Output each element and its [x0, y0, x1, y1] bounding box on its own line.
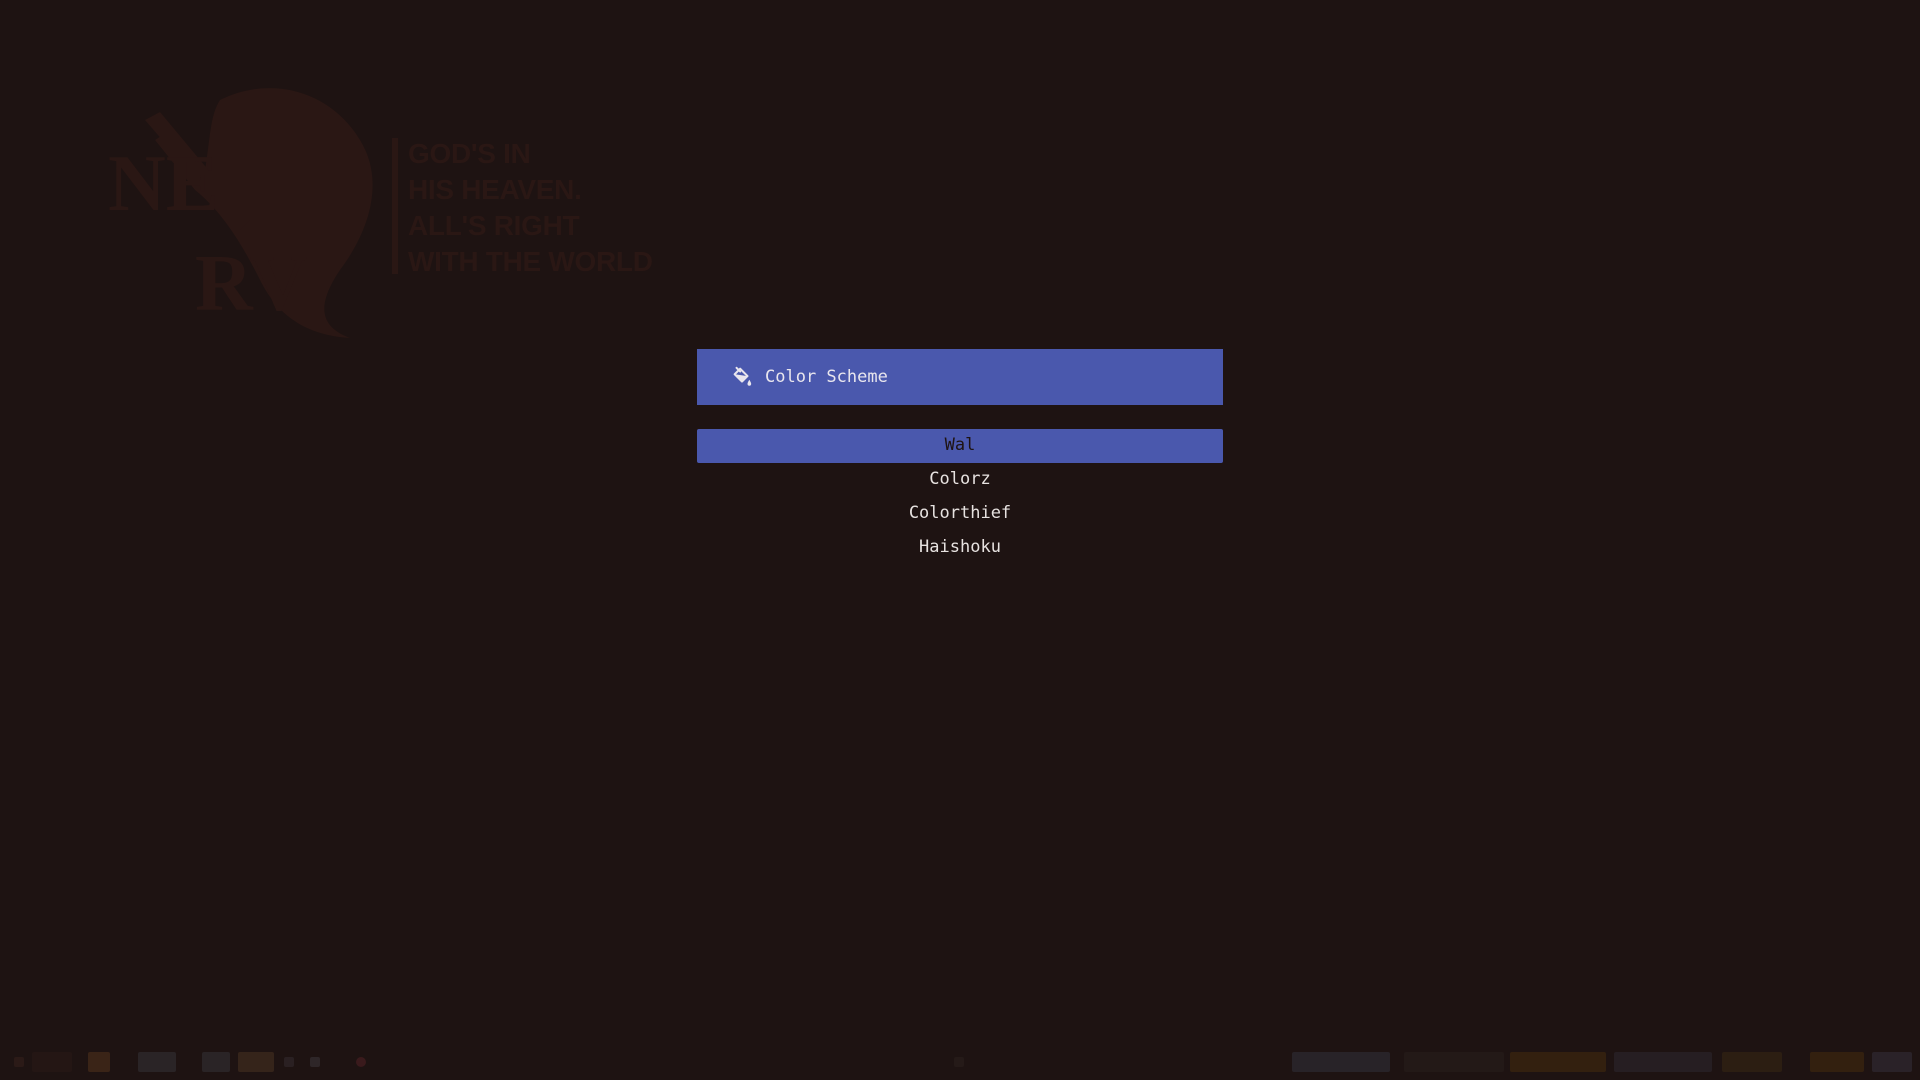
statusbar-workspace[interactable] — [202, 1052, 230, 1072]
color-scheme-menu: Color Scheme Wal Colorz Colorthief Haish… — [697, 349, 1223, 565]
menu-list: Wal Colorz Colorthief Haishoku — [697, 429, 1223, 565]
menu-prompt-text: Color Scheme — [765, 367, 888, 387]
menu-item-colorthief[interactable]: Colorthief — [697, 497, 1223, 531]
motto-line: ALL'S RIGHT — [408, 210, 580, 241]
statusbar-workspace — [32, 1052, 72, 1072]
statusbar-workspace[interactable] — [88, 1052, 110, 1072]
statusbar-icon — [14, 1057, 24, 1067]
statusbar-module — [1404, 1052, 1504, 1072]
motto-line: WITH THE WORLD — [408, 246, 653, 277]
wallpaper-motto: GOD'S IN HIS HEAVEN. ALL'S RIGHT WITH TH… — [408, 136, 653, 280]
motto-divider — [392, 138, 398, 274]
statusbar-workspace[interactable] — [238, 1052, 274, 1072]
motto-line: GOD'S IN — [408, 138, 531, 169]
statusbar-indicator — [356, 1057, 366, 1067]
statusbar-icon — [284, 1057, 294, 1067]
statusbar-workspace[interactable] — [138, 1052, 176, 1072]
statusbar-module — [1810, 1052, 1864, 1072]
paint-bucket-icon — [733, 366, 752, 386]
status-bar — [0, 1044, 1920, 1080]
menu-item-colorz[interactable]: Colorz — [697, 463, 1223, 497]
desktop: NE RV GOD'S IN HIS HEAVEN. ALL'S RIGHT W… — [0, 0, 1920, 1080]
statusbar-module — [1510, 1052, 1606, 1072]
nerv-text-top: NE — [108, 140, 219, 228]
motto-line: HIS HEAVEN. — [408, 174, 582, 205]
statusbar-module — [1722, 1052, 1782, 1072]
statusbar-icon — [310, 1057, 320, 1067]
menu-prompt-bar[interactable]: Color Scheme — [697, 349, 1223, 405]
nerv-text-bottom: RV — [195, 240, 308, 328]
statusbar-module — [1292, 1052, 1390, 1072]
statusbar-icon — [954, 1057, 964, 1067]
statusbar-module — [1614, 1052, 1712, 1072]
statusbar-module — [1872, 1052, 1912, 1072]
menu-item-haishoku[interactable]: Haishoku — [697, 531, 1223, 565]
menu-item-wal[interactable]: Wal — [697, 429, 1223, 463]
